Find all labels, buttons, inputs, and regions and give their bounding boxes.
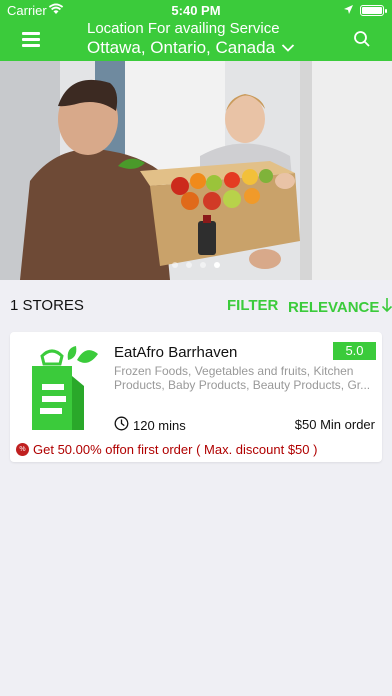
carousel-dot-active[interactable]: [214, 262, 220, 268]
banner-photo: [0, 61, 392, 280]
delivery-time: 120 mins: [114, 416, 186, 434]
sort-button[interactable]: RELEVANCE: [288, 297, 392, 317]
location-value: Ottawa, Ontario, Canada: [87, 38, 276, 57]
store-categories: Frozen Foods, Vegetables and fruits, Kit…: [114, 364, 371, 392]
store-count: 1 STORES: [10, 297, 84, 314]
status-bar: Carrier 5:40 PM: [0, 0, 392, 20]
app-header: Carrier 5:40 PM Location For availing Se…: [0, 0, 392, 61]
search-button[interactable]: [353, 30, 373, 50]
rating-badge: 5.0: [333, 342, 376, 360]
min-order: $50 Min order: [294, 417, 375, 432]
carousel-dot[interactable]: [186, 262, 192, 268]
carousel-dot[interactable]: [172, 262, 178, 268]
offer-text: Get 50.00% offon first order ( Max. disc…: [33, 442, 318, 457]
discount-icon: %: [16, 443, 29, 456]
menu-button[interactable]: [22, 32, 40, 48]
store-card[interactable]: EatAfro Barrhaven 5.0 Frozen Foods, Vege…: [10, 332, 382, 462]
filter-button[interactable]: FILTER: [227, 297, 278, 314]
carousel-dot[interactable]: [200, 262, 206, 268]
delivery-time-value: 120 mins: [133, 417, 186, 433]
promo-banner[interactable]: [0, 61, 392, 280]
location-arrow-icon: [343, 3, 354, 18]
carousel-indicator[interactable]: [0, 262, 392, 268]
clock: 5:40 PM: [171, 3, 221, 18]
search-icon: [354, 31, 370, 47]
store-name: EatAfro Barrhaven: [114, 344, 238, 361]
offer-line: % Get 50.00% offon first order ( Max. di…: [16, 442, 317, 457]
location-selector[interactable]: Ottawa, Ontario, Canada: [87, 38, 295, 58]
clock-icon: [114, 416, 129, 434]
location-label: Location For availing Service: [87, 20, 280, 37]
arrow-down-icon: [381, 297, 392, 317]
battery-icon: [360, 5, 387, 16]
chevron-down-icon: [281, 38, 295, 58]
sort-label: RELEVANCE: [288, 298, 380, 316]
stores-toolbar: 1 STORES FILTER RELEVANCE: [0, 280, 392, 330]
store-logo: [22, 346, 102, 430]
